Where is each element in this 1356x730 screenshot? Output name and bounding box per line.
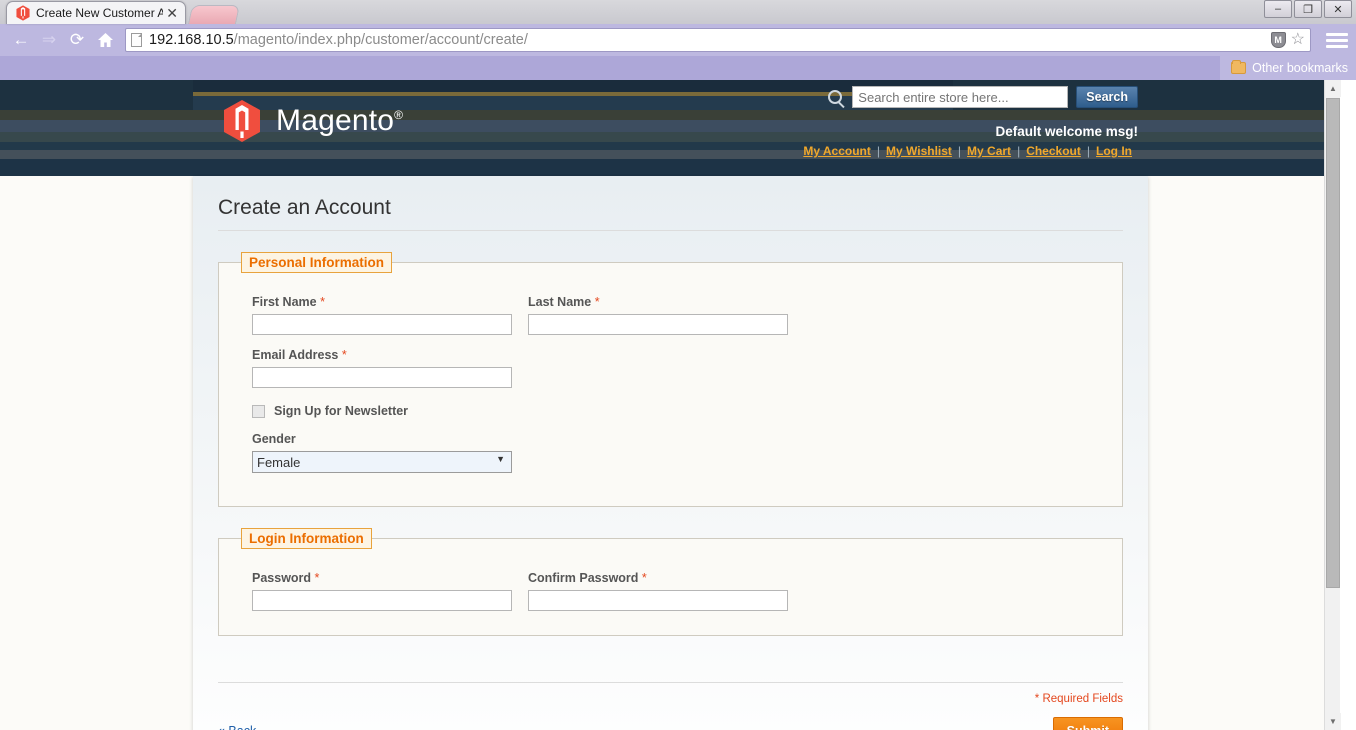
fieldset-personal-information: Personal Information First Name * Last N… [218,252,1123,507]
link-log-in[interactable]: Log In [1090,144,1138,158]
form-actions: « Back Submit [218,705,1123,730]
minimize-button[interactable]: – [1264,0,1292,18]
page-viewport: Magento® Search Default welcome msg! My … [0,80,1356,730]
back-link[interactable]: « Back [218,724,256,730]
address-bar[interactable]: 192.168.10.5/magento/index.php/customer/… [125,28,1311,52]
magento-site: Magento® Search Default welcome msg! My … [0,80,1341,730]
input-last-name[interactable] [528,314,788,335]
label-newsletter: Sign Up for Newsletter [274,404,409,418]
magento-favicon-icon [15,5,31,21]
home-icon[interactable] [92,27,118,53]
browser-toolbar: ← ⇒ ⟳ 192.168.10.5/magento/index.php/cus… [0,24,1356,56]
checkbox-newsletter[interactable] [252,404,265,418]
field-first-name: First Name * [252,295,512,335]
required-marker: * [341,348,347,362]
search-icon [828,90,843,104]
main-content-column: Create an Account Personal Information F… [193,176,1148,730]
scroll-up-arrow-icon[interactable]: ▲ [1325,80,1341,97]
label-gender: Gender [252,432,296,446]
required-marker: * [594,295,600,309]
bookmarks-bar: Other bookmarks [0,56,1356,80]
row-email: Email Address * [252,348,1089,388]
url-path: /magento/index.php/customer/account/crea… [233,32,528,48]
url-host: 192.168.10.5 [149,32,234,48]
address-bar-url: 192.168.10.5/magento/index.php/customer/… [149,32,528,48]
forward-icon[interactable]: ⇒ [36,27,62,53]
tab-strip: Create New Customer Acc ✕ – ❐ ✕ [0,0,1356,24]
input-email[interactable] [252,367,512,388]
fieldset-login-information: Login Information Password * Confirm Pas… [218,528,1123,636]
required-fields-note: * Required Fields [1034,693,1123,705]
required-marker: * [641,571,647,585]
row-gender: Gender Female [252,432,1089,473]
input-password[interactable] [252,590,512,611]
other-bookmarks-button[interactable]: Other bookmarks [1231,60,1356,75]
scrollbar-thumb[interactable] [1326,98,1340,588]
shield-icon[interactable]: M [1270,32,1286,48]
page-scrollbar[interactable]: ▲ ▼ [1324,80,1341,730]
bookmark-star-icon[interactable]: ☆ [1291,32,1305,48]
submit-button[interactable]: Submit [1052,717,1123,730]
field-password: Password * [252,571,512,611]
site-logo-text: Magento® [276,104,404,137]
label-email: Email Address * [252,348,347,362]
close-window-button[interactable]: ✕ [1324,0,1352,18]
link-my-wishlist[interactable]: My Wishlist [880,144,958,158]
input-confirm-password[interactable] [528,590,788,611]
gender-select-wrapper: Female [252,451,512,473]
magento-logo-icon [224,100,260,142]
row-name-fields: First Name * Last Name * [252,295,1089,335]
search-button[interactable]: Search [1076,86,1138,108]
field-confirm-password: Confirm Password * [528,571,788,611]
field-email: Email Address * [252,348,512,388]
other-bookmarks-label: Other bookmarks [1252,61,1348,75]
legend-personal-information: Personal Information [241,252,393,273]
scroll-down-arrow-icon[interactable]: ▼ [1325,713,1341,730]
menu-hamburger-icon[interactable] [1326,29,1348,51]
browser-tab-active[interactable]: Create New Customer Acc ✕ [6,1,186,24]
page-title: Create an Account [218,176,1123,231]
required-marker: * [320,295,325,309]
select-gender[interactable]: Female [252,451,512,473]
link-my-account[interactable]: My Account [797,144,877,158]
tab-title: Create New Customer Acc [36,5,164,20]
label-last-name: Last Name * [528,295,600,309]
input-first-name[interactable] [252,314,512,335]
registered-mark: ® [394,108,404,122]
header-inner: Magento® Search Default welcome msg! My … [200,80,1140,176]
site-header: Magento® Search Default welcome msg! My … [0,80,1340,176]
omnibox-icons: M ☆ [1265,32,1305,48]
legend-login-information: Login Information [241,528,372,549]
link-checkout[interactable]: Checkout [1020,144,1087,158]
row-password-fields: Password * Confirm Password * [252,571,1089,611]
welcome-message: Default welcome msg! [995,124,1138,139]
field-last-name: Last Name * [528,295,788,335]
search-input[interactable] [852,86,1069,108]
label-password: Password * [252,571,320,585]
required-marker: * [314,571,320,585]
field-gender: Gender Female [252,432,512,473]
account-links: My Account | My Wishlist | My Cart | Che… [797,144,1138,158]
search-form: Search [828,86,1138,108]
folder-icon [1231,60,1247,74]
row-newsletter: Sign Up for Newsletter [252,404,1089,418]
back-icon[interactable]: ← [8,27,34,53]
page-document-icon [131,33,142,47]
link-my-cart[interactable]: My Cart [961,144,1017,158]
content-top-area: Create an Account Personal Information F… [193,176,1148,730]
browser-window: Create New Customer Acc ✕ – ❐ ✕ ← ⇒ ⟳ 19… [0,0,1356,730]
label-first-name: First Name * [252,295,325,309]
label-confirm-password: Confirm Password * [528,571,647,585]
tab-close-icon[interactable]: ✕ [163,6,181,20]
site-logo[interactable]: Magento® [222,99,403,143]
reload-icon[interactable]: ⟳ [64,27,90,53]
window-controls: – ❐ ✕ [1264,0,1352,18]
maximize-button[interactable]: ❐ [1294,0,1322,18]
new-tab-button[interactable] [187,5,241,24]
